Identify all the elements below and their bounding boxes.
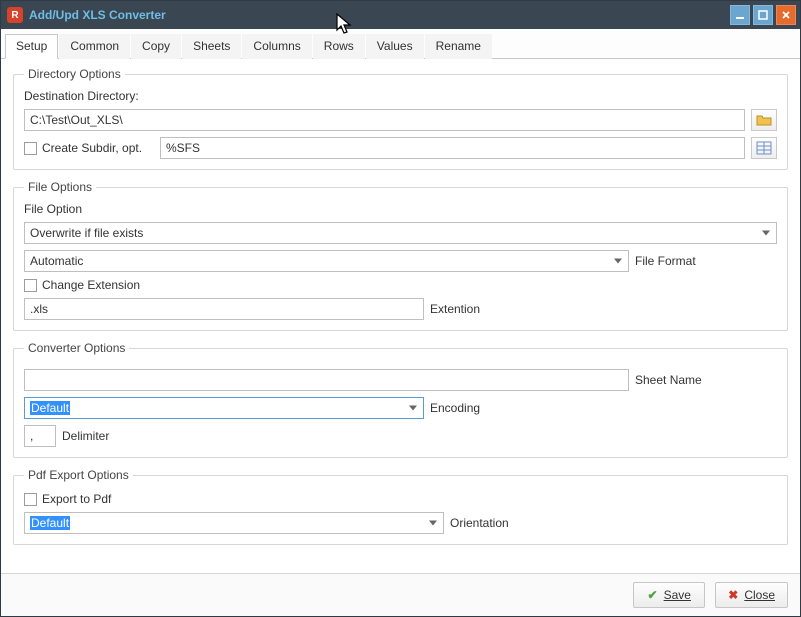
converter-options-group: Converter Options Sheet Name Default Enc… [13,341,788,458]
create-subdir-checkbox[interactable]: Create Subdir, opt. [24,141,154,155]
close-button[interactable]: ✖ Close [715,582,788,608]
tab-bar: Setup Common Copy Sheets Columns Rows Va… [1,29,800,59]
close-button-label: Close [744,588,775,602]
file-option-value: Overwrite if file exists [30,226,143,240]
file-options-group: File Options File Option Overwrite if fi… [13,180,788,331]
close-icon [781,10,791,20]
checkbox-box-icon [24,493,37,506]
pdf-export-options-group: Pdf Export Options Export to Pdf Default… [13,468,788,545]
minimize-button[interactable] [730,5,750,25]
destination-directory-label: Destination Directory: [24,89,777,103]
tab-rename[interactable]: Rename [425,34,492,59]
change-extension-checkbox[interactable]: Change Extension [24,278,140,292]
file-format-select[interactable]: Automatic [24,250,629,272]
orientation-label: Orientation [450,516,509,530]
pdf-export-options-legend: Pdf Export Options [24,468,133,482]
encoding-select[interactable]: Default [24,397,424,419]
create-subdir-input[interactable] [160,137,745,159]
file-option-select[interactable]: Overwrite if file exists [24,222,777,244]
window-title: Add/Upd XLS Converter [29,8,727,22]
export-to-pdf-checkbox[interactable]: Export to Pdf [24,492,111,506]
tab-columns[interactable]: Columns [242,34,311,59]
grid-icon [756,141,772,155]
sheet-name-label: Sheet Name [635,373,702,387]
sheet-name-input[interactable] [24,369,629,391]
change-extension-label: Change Extension [42,278,140,292]
converter-options-legend: Converter Options [24,341,129,355]
create-subdir-label: Create Subdir, opt. [42,141,142,155]
encoding-label: Encoding [430,401,480,415]
orientation-value: Default [30,516,70,530]
tab-common[interactable]: Common [59,34,130,59]
tab-values[interactable]: Values [366,34,424,59]
file-options-legend: File Options [24,180,96,194]
tab-setup[interactable]: Setup [5,34,58,59]
extension-label: Extention [430,302,480,316]
file-format-label: File Format [635,254,696,268]
minimize-icon [735,10,745,20]
file-option-label: File Option [24,202,777,216]
check-icon: ✔ [648,588,658,602]
file-format-value: Automatic [30,254,83,268]
save-button[interactable]: ✔ Save [633,582,705,608]
delimiter-label: Delimiter [62,429,109,443]
app-icon: R [7,7,23,23]
tab-sheets[interactable]: Sheets [182,34,241,59]
encoding-value: Default [30,401,70,415]
directory-options-legend: Directory Options [24,67,125,81]
maximize-icon [758,10,768,20]
folder-icon [756,113,772,127]
destination-directory-input[interactable] [24,109,745,131]
close-window-button[interactable] [776,5,796,25]
orientation-select[interactable]: Default [24,512,444,534]
x-icon: ✖ [728,588,738,602]
browse-folder-button[interactable] [751,109,777,131]
extension-input[interactable] [24,298,424,320]
subdir-help-button[interactable] [751,137,777,159]
export-to-pdf-label: Export to Pdf [42,492,111,506]
tab-rows[interactable]: Rows [313,34,365,59]
delimiter-input[interactable] [24,425,56,447]
maximize-button[interactable] [753,5,773,25]
checkbox-box-icon [24,279,37,292]
tab-copy[interactable]: Copy [131,34,181,59]
checkbox-box-icon [24,142,37,155]
save-button-label: Save [664,588,691,602]
directory-options-group: Directory Options Destination Directory:… [13,67,788,170]
